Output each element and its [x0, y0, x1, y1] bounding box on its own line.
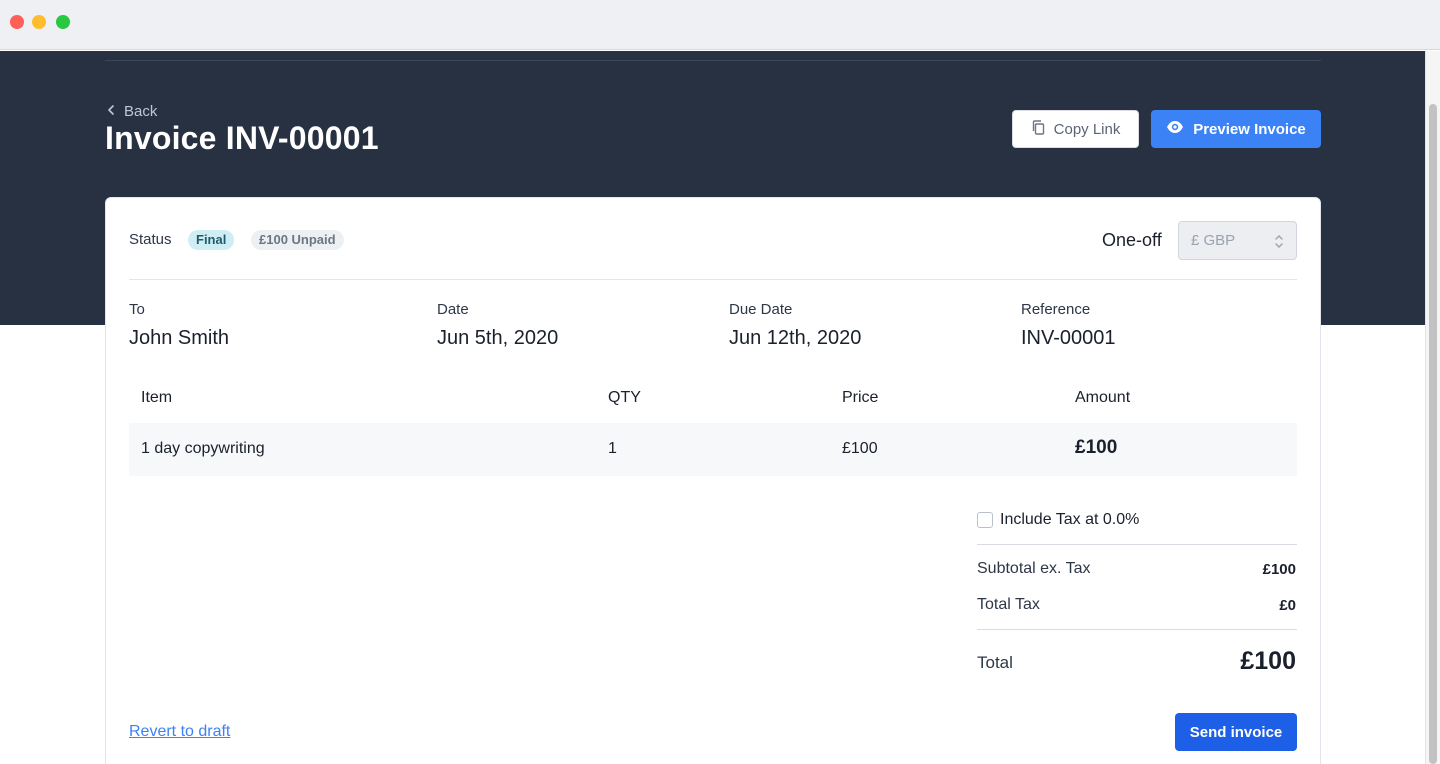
include-tax-label: Include Tax at 0.0% — [1000, 511, 1140, 528]
row-amount: £100 — [1075, 437, 1118, 458]
reference-label: Reference — [1021, 301, 1091, 318]
total-label: Total — [977, 653, 1013, 672]
row-item: 1 day copywriting — [141, 440, 265, 457]
status-badge: Final — [188, 230, 235, 250]
table-row — [129, 423, 1297, 476]
send-invoice-button[interactable]: Send invoice — [1175, 713, 1297, 751]
currency-select[interactable]: £ GBP — [1178, 221, 1297, 260]
total-tax-label: Total Tax — [977, 596, 1040, 613]
column-header-item: Item — [141, 389, 173, 406]
window-titlebar — [0, 0, 1440, 50]
preview-invoice-button[interactable]: Preview Invoice — [1151, 110, 1321, 148]
total-value: £100 — [1240, 647, 1296, 675]
row-price: £100 — [842, 440, 878, 457]
to-value: John Smith — [129, 327, 230, 349]
revert-to-draft-link[interactable]: Revert to draft — [129, 723, 230, 741]
card-divider — [129, 279, 1297, 280]
payment-status-badge: £100 Unpaid — [251, 230, 344, 250]
eye-icon — [1166, 120, 1184, 138]
chevron-left-icon — [105, 103, 117, 120]
total-tax-value: £0 — [1279, 597, 1296, 614]
copy-link-button[interactable]: Copy Link — [1012, 110, 1139, 148]
column-header-amount: Amount — [1075, 389, 1131, 406]
summary-divider — [977, 544, 1297, 545]
page-title: Invoice INV-00001 — [105, 120, 379, 156]
window-minimize-button[interactable] — [32, 15, 46, 29]
to-label: To — [129, 301, 145, 318]
date-label: Date — [437, 301, 469, 318]
status-label: Status — [129, 231, 172, 248]
reference-value: INV-00001 — [1021, 327, 1116, 349]
window-close-button[interactable] — [10, 15, 24, 29]
back-link[interactable]: Back — [105, 101, 157, 121]
copy-icon — [1031, 119, 1046, 139]
back-label: Back — [124, 102, 158, 120]
invoice-card — [105, 197, 1321, 764]
copy-link-label: Copy Link — [1053, 120, 1121, 138]
header-divider — [105, 60, 1321, 61]
subtotal-value: £100 — [1262, 561, 1296, 578]
billing-type-label: One-off — [1102, 230, 1162, 250]
preview-invoice-label: Preview Invoice — [1193, 120, 1306, 138]
total-divider — [977, 629, 1297, 630]
include-tax-checkbox[interactable] — [977, 512, 993, 528]
currency-value: £ GBP — [1191, 232, 1236, 249]
due-date-label: Due Date — [729, 301, 793, 318]
window-zoom-button[interactable] — [56, 15, 70, 29]
column-header-price: Price — [842, 389, 879, 406]
subtotal-label: Subtotal ex. Tax — [977, 560, 1091, 577]
due-date-value: Jun 12th, 2020 — [729, 327, 862, 349]
row-qty: 1 — [608, 440, 617, 457]
date-value: Jun 5th, 2020 — [437, 327, 559, 349]
scrollbar-thumb[interactable] — [1429, 104, 1437, 764]
column-header-qty: QTY — [608, 389, 641, 406]
